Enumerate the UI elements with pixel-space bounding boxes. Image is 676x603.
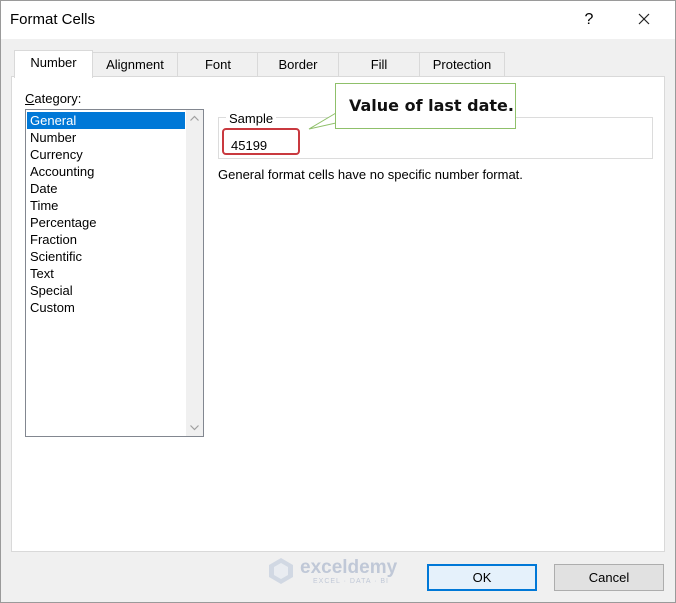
scroll-down-icon[interactable] [186,419,203,436]
sample-highlight-box [222,128,300,155]
callout-text: Value of last date. [349,96,514,115]
category-item-currency[interactable]: Currency [27,146,185,163]
help-button[interactable]: ? [579,8,599,32]
category-item-general[interactable]: General [27,112,185,129]
category-listbox[interactable]: General Number Currency Accounting Date … [25,109,204,437]
category-label-text: ategory: [34,91,82,106]
category-label: Category: [25,91,81,106]
category-item-text[interactable]: Text [27,265,185,282]
exceldemy-logo-icon [269,558,293,584]
title-bar: Format Cells ? [1,1,675,39]
category-item-custom[interactable]: Custom [27,299,185,316]
category-item-fraction[interactable]: Fraction [27,231,185,248]
tab-strip: Number Alignment Font Border Fill Protec… [11,50,671,78]
close-icon[interactable] [629,6,659,34]
scroll-up-icon[interactable] [186,110,203,127]
category-item-percentage[interactable]: Percentage [27,214,185,231]
tab-fill[interactable]: Fill [338,52,420,77]
tab-font[interactable]: Font [177,52,259,77]
ok-button[interactable]: OK [427,564,537,591]
tab-alignment[interactable]: Alignment [92,52,178,77]
category-item-scientific[interactable]: Scientific [27,248,185,265]
dialog-title: Format Cells [10,11,96,28]
category-scrollbar[interactable] [186,110,203,436]
tab-protection[interactable]: Protection [419,52,505,77]
tab-border[interactable]: Border [257,52,339,77]
category-item-date[interactable]: Date [27,180,185,197]
watermark-name: exceldemy [300,557,398,578]
category-item-special[interactable]: Special [27,282,185,299]
category-item-number[interactable]: Number [27,129,185,146]
format-cells-dialog: Format Cells ? Number Alignment Font Bor… [0,0,676,603]
format-description: General format cells have no specific nu… [218,167,523,182]
category-item-accounting[interactable]: Accounting [27,163,185,180]
cancel-button[interactable]: Cancel [554,564,664,591]
number-tab-panel: Category: General Number Currency Accoun… [11,76,665,552]
watermark-tagline: EXCEL · DATA · BI [313,578,389,585]
sample-label: Sample [226,111,277,126]
tab-number[interactable]: Number [14,50,93,78]
category-item-time[interactable]: Time [27,197,185,214]
category-label-accelerator: C [25,91,35,106]
exceldemy-watermark: exceldemy EXCEL · DATA · BI [267,555,417,589]
